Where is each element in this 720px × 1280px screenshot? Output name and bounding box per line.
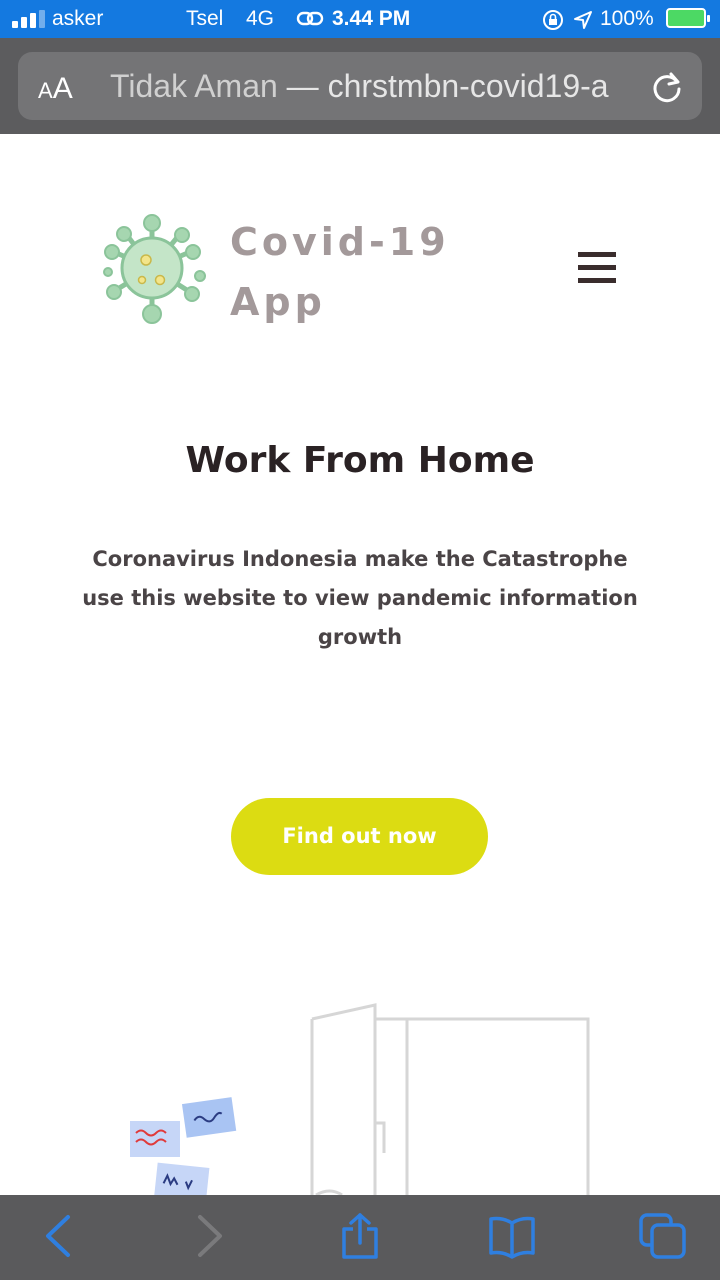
brand-line-1: Covid-19 <box>230 220 450 264</box>
brand-line-2: App <box>230 280 326 324</box>
tabs-icon[interactable] <box>638 1213 686 1259</box>
orientation-lock-icon <box>543 10 563 30</box>
network-label: 4G <box>246 7 275 30</box>
back-icon[interactable] <box>36 1213 84 1259</box>
forward-icon[interactable] <box>184 1213 232 1259</box>
virus-logo-icon[interactable] <box>102 210 206 328</box>
clock: 3.44 PM <box>332 7 411 30</box>
url-display[interactable]: Tidak Aman — chrstmbn-covid19-a <box>110 68 630 105</box>
url-text: chrstmbn-covid19-a <box>327 68 609 104</box>
status-bar: asker Tsel 4G 3.44 PM 100% <box>0 0 720 38</box>
battery-icon <box>666 8 710 28</box>
signal-strength-icon <box>12 10 48 28</box>
text-size-button[interactable]: AA <box>38 72 73 106</box>
link-icon <box>296 11 324 26</box>
brand-name[interactable]: Covid-19 App <box>230 212 470 332</box>
battery-percent: 100% <box>600 7 654 30</box>
bookmarks-icon[interactable] <box>488 1213 536 1259</box>
carrier-left-label: asker <box>52 7 104 30</box>
hero-subtitle: Coronavirus Indonesia make the Catastrop… <box>82 547 638 649</box>
address-bar[interactable]: AA Tidak Aman — chrstmbn-covid19-a <box>18 52 702 120</box>
find-out-now-button[interactable]: Find out now <box>231 798 488 875</box>
hero-title: Work From Home <box>185 440 535 481</box>
work-from-home-illustration <box>130 1003 590 1195</box>
hamburger-menu-icon[interactable] <box>578 252 618 286</box>
share-icon[interactable] <box>336 1213 384 1259</box>
browser-toolbar <box>0 1195 720 1280</box>
carrier-label: Tsel <box>186 7 224 30</box>
security-label: Tidak Aman <box>110 68 278 104</box>
location-icon <box>574 11 592 29</box>
reload-icon[interactable] <box>650 70 684 104</box>
browser-address-area: AA Tidak Aman — chrstmbn-covid19-a <box>0 38 720 134</box>
